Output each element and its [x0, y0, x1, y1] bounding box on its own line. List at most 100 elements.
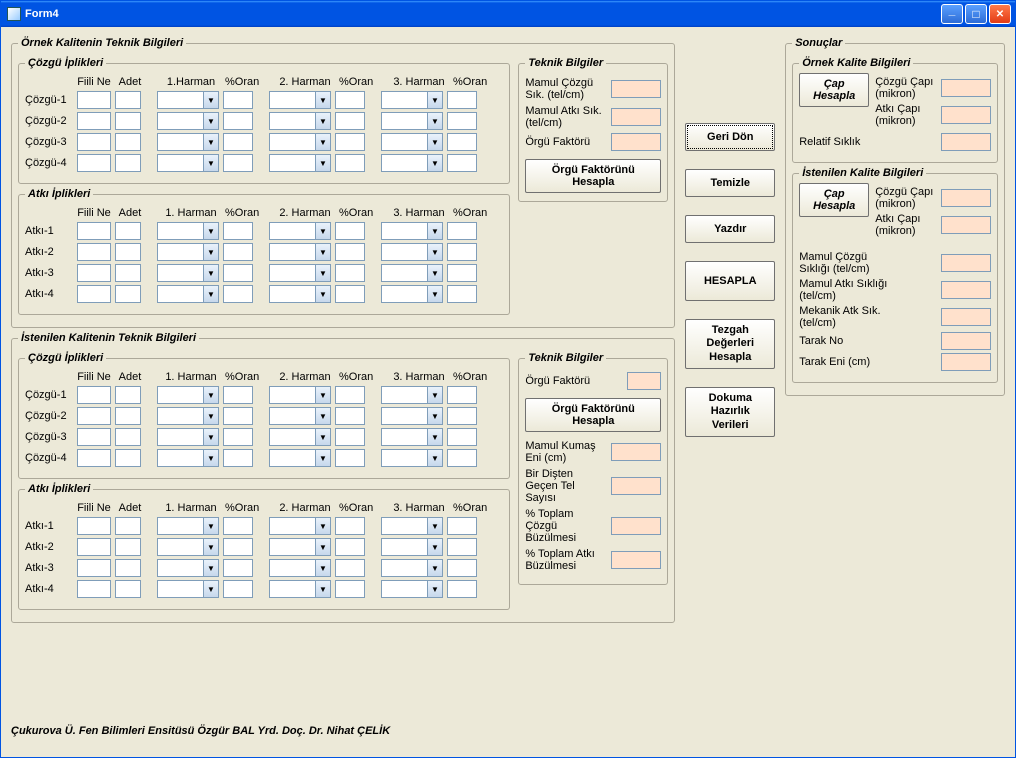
- legend-istenilen-teknik: İstenilen Kalitenin Teknik Bilgileri: [18, 332, 199, 344]
- orgu-faktoru-input[interactable]: [611, 133, 661, 151]
- bir-disten-input[interactable]: [611, 477, 661, 495]
- chevron-down-icon[interactable]: ▼: [315, 538, 331, 556]
- chevron-down-icon[interactable]: ▼: [203, 407, 219, 425]
- orgu-faktoru-input-2[interactable]: [627, 372, 661, 390]
- c1-u-c0-adet[interactable]: [115, 91, 141, 109]
- chevron-down-icon[interactable]: ▼: [203, 538, 219, 556]
- close-button[interactable]: [989, 4, 1011, 24]
- group-atki-iplik-2: Atkı İplikleri Fiili Ne Adet 1. Harman %…: [18, 483, 510, 610]
- chevron-down-icon[interactable]: ▼: [427, 264, 443, 282]
- chevron-down-icon[interactable]: ▼: [427, 580, 443, 598]
- chevron-down-icon[interactable]: ▼: [315, 386, 331, 404]
- app-icon: [7, 7, 21, 21]
- chevron-down-icon[interactable]: ▼: [427, 154, 443, 172]
- minimize-button[interactable]: [941, 4, 963, 24]
- chevron-down-icon[interactable]: ▼: [315, 112, 331, 130]
- temizle-button[interactable]: Temizle: [685, 169, 775, 197]
- app-window: Form4 Örnek Kalitenin Teknik Bilgileri Ç…: [0, 0, 1016, 758]
- chevron-down-icon[interactable]: ▼: [315, 243, 331, 261]
- c1-u-c0-fiiline[interactable]: [77, 91, 111, 109]
- ornek-cozgu-capi-out: [941, 79, 991, 97]
- chevron-down-icon[interactable]: ▼: [203, 243, 219, 261]
- mamul-kumas-eni-input[interactable]: [611, 443, 661, 461]
- group-ornek-teknik: Örnek Kalitenin Teknik Bilgileri Çözgü İ…: [11, 37, 675, 328]
- chevron-down-icon[interactable]: ▼: [203, 285, 219, 303]
- chevron-down-icon[interactable]: ▼: [203, 386, 219, 404]
- chevron-down-icon[interactable]: ▼: [427, 517, 443, 535]
- group-istenilen-teknik: İstenilen Kalitenin Teknik Bilgileri Çöz…: [11, 332, 675, 623]
- relatif-siklik-out: [941, 133, 991, 151]
- chevron-down-icon[interactable]: ▼: [203, 91, 219, 109]
- chevron-down-icon[interactable]: ▼: [315, 517, 331, 535]
- chevron-down-icon[interactable]: ▼: [315, 264, 331, 282]
- chevron-down-icon[interactable]: ▼: [203, 112, 219, 130]
- orgu-faktorunu-hesapla-button-1[interactable]: Örgü Faktörünü Hesapla: [525, 159, 661, 193]
- chevron-down-icon[interactable]: ▼: [427, 559, 443, 577]
- chevron-down-icon[interactable]: ▼: [315, 222, 331, 240]
- cap-hesapla-button-2[interactable]: Çap Hesapla: [799, 183, 869, 217]
- footer-credit: Çukurova Ü. Fen Bilimleri Ensitüsü Özgür…: [11, 725, 390, 737]
- group-sonuclar: Sonuçlar Örnek Kalite Bilgileri Çap Hesa…: [785, 37, 1005, 396]
- ist-cozgu-capi-out: [941, 189, 991, 207]
- chevron-down-icon[interactable]: ▼: [427, 407, 443, 425]
- chevron-down-icon[interactable]: ▼: [315, 133, 331, 151]
- ist-atki-capi-out: [941, 216, 991, 234]
- mamul-atki-sikligi-out: [941, 281, 991, 299]
- chevron-down-icon[interactable]: ▼: [315, 580, 331, 598]
- chevron-down-icon[interactable]: ▼: [203, 133, 219, 151]
- legend-ornek-teknik: Örnek Kalitenin Teknik Bilgileri: [18, 37, 186, 49]
- group-teknik-lower: Teknik Bilgiler Örgü Faktörü Örgü Faktör…: [518, 352, 668, 585]
- ornek-atki-capi-out: [941, 106, 991, 124]
- c1-u-c0-o1[interactable]: [223, 91, 253, 109]
- tarak-no-out: [941, 332, 991, 350]
- chevron-down-icon[interactable]: ▼: [427, 285, 443, 303]
- group-cozgu-iplik-1: Çözgü İplikleri Fiili Ne Adet 1.Harman %…: [18, 57, 510, 184]
- c1-u-c0-h1[interactable]: [157, 91, 203, 109]
- titlebar: Form4: [1, 1, 1015, 27]
- chevron-down-icon[interactable]: ▼: [427, 133, 443, 151]
- toplam-cozgu-buz-input[interactable]: [611, 517, 661, 535]
- window-title: Form4: [25, 8, 59, 20]
- group-teknik-upper: Teknik Bilgiler Mamul Çözgü Sık. (tel/cm…: [518, 57, 668, 202]
- chevron-down-icon[interactable]: ▼: [315, 428, 331, 446]
- chevron-down-icon[interactable]: ▼: [427, 222, 443, 240]
- dokuma-button[interactable]: Dokuma Hazırlık Verileri: [685, 387, 775, 437]
- chevron-down-icon[interactable]: ▼: [427, 243, 443, 261]
- group-cozgu-iplik-2: Çözgü İplikleri Fiili Ne Adet 1. Harman …: [18, 352, 510, 479]
- chevron-down-icon[interactable]: ▼: [315, 449, 331, 467]
- cap-hesapla-button-1[interactable]: Çap Hesapla: [799, 73, 869, 107]
- chevron-down-icon[interactable]: ▼: [203, 517, 219, 535]
- group-istenilen-kalite-bilgileri: İstenilen Kalite Bilgileri Çap Hesapla Ç…: [792, 167, 998, 383]
- mamul-cozgu-sik-input[interactable]: [611, 80, 661, 98]
- chevron-down-icon[interactable]: ▼: [203, 580, 219, 598]
- chevron-down-icon[interactable]: ▼: [427, 386, 443, 404]
- chevron-down-icon[interactable]: ▼: [315, 407, 331, 425]
- chevron-down-icon[interactable]: ▼: [315, 154, 331, 172]
- chevron-down-icon[interactable]: ▼: [203, 264, 219, 282]
- yazdir-button[interactable]: Yazdır: [685, 215, 775, 243]
- chevron-down-icon[interactable]: ▼: [427, 449, 443, 467]
- group-ornek-kalite-bilgileri: Örnek Kalite Bilgileri Çap Hesapla Çözgü…: [792, 57, 998, 163]
- tezgah-button[interactable]: Tezgah Değerleri Hesapla: [685, 319, 775, 369]
- chevron-down-icon[interactable]: ▼: [203, 449, 219, 467]
- chevron-down-icon[interactable]: ▼: [203, 559, 219, 577]
- tarak-eni-out: [941, 353, 991, 371]
- chevron-down-icon[interactable]: ▼: [203, 222, 219, 240]
- chevron-down-icon[interactable]: ▼: [315, 285, 331, 303]
- chevron-down-icon[interactable]: ▼: [315, 91, 331, 109]
- chevron-down-icon[interactable]: ▼: [203, 154, 219, 172]
- chevron-down-icon[interactable]: ▼: [427, 91, 443, 109]
- maximize-button[interactable]: [965, 4, 987, 24]
- group-atki-iplik-1: Atkı İplikleri Fiili Ne Adet 1. Harman %…: [18, 188, 510, 315]
- geri-don-button[interactable]: Geri Dön: [685, 123, 775, 151]
- mamul-atki-sik-input[interactable]: [611, 108, 661, 126]
- chevron-down-icon[interactable]: ▼: [427, 112, 443, 130]
- chevron-down-icon[interactable]: ▼: [427, 428, 443, 446]
- toplam-atki-buz-input[interactable]: [611, 551, 661, 569]
- chevron-down-icon[interactable]: ▼: [315, 559, 331, 577]
- chevron-down-icon[interactable]: ▼: [203, 428, 219, 446]
- mamul-cozgu-sikligi-out: [941, 254, 991, 272]
- chevron-down-icon[interactable]: ▼: [427, 538, 443, 556]
- hesapla-button[interactable]: HESAPLA: [685, 261, 775, 301]
- orgu-faktorunu-hesapla-button-2[interactable]: Örgü Faktörünü Hesapla: [525, 398, 661, 432]
